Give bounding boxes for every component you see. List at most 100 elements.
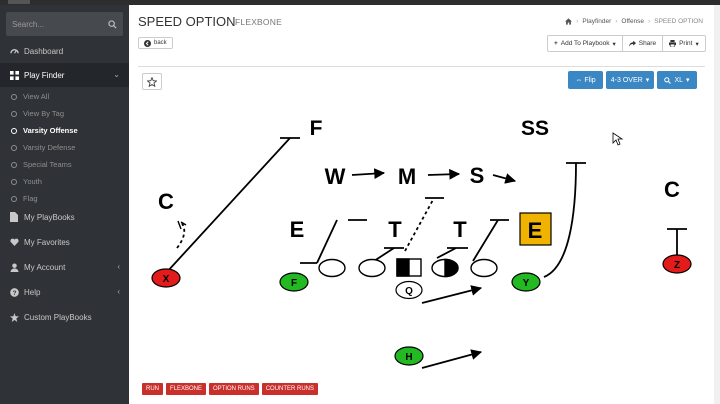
file-icon bbox=[9, 212, 19, 222]
t-right-block bbox=[436, 247, 457, 259]
sub-special-teams[interactable]: Special Teams bbox=[0, 156, 129, 173]
main-content: SPEED OPTION FLEXBONE back › Playfinder … bbox=[129, 5, 720, 404]
offensive-line bbox=[318, 258, 498, 278]
player-z-label: Z bbox=[674, 260, 680, 271]
sub-varsity-offense[interactable]: Varsity Offense bbox=[0, 122, 129, 139]
star-icon bbox=[147, 76, 157, 87]
c-left-route bbox=[176, 221, 186, 249]
nav-my-favorites[interactable]: My Favorites bbox=[0, 230, 129, 254]
e-right-block bbox=[472, 219, 499, 262]
chevron-left-icon: ‹ bbox=[117, 262, 120, 271]
q-route bbox=[421, 285, 483, 304]
circle-icon bbox=[11, 195, 17, 202]
breadcrumb-separator: › bbox=[576, 18, 579, 25]
defense-select-label: 4-3 OVER bbox=[610, 76, 643, 84]
share-button[interactable]: Share bbox=[623, 36, 664, 51]
sub-youth[interactable]: Youth bbox=[0, 173, 129, 190]
back-button[interactable]: back bbox=[138, 37, 173, 49]
x-route bbox=[165, 137, 291, 274]
breadcrumb-offense[interactable]: Offense bbox=[621, 18, 644, 25]
center-fill bbox=[396, 258, 410, 277]
defender-m: M bbox=[398, 164, 416, 189]
e-left-block bbox=[316, 219, 338, 264]
sub-view-all[interactable]: View All bbox=[0, 88, 129, 105]
back-arrow-icon bbox=[144, 39, 151, 47]
chevron-left-icon: ‹ bbox=[117, 287, 120, 296]
nav-play-finder[interactable]: Play Finder ⌄ bbox=[0, 63, 129, 87]
defender-ss: SS bbox=[521, 117, 549, 140]
nav-my-account[interactable]: My Account ‹ bbox=[0, 255, 129, 279]
nav-dashboard[interactable]: Dashboard bbox=[0, 39, 129, 63]
h-route bbox=[421, 349, 483, 369]
circle-icon bbox=[11, 110, 17, 117]
t-left-block bbox=[373, 247, 395, 262]
custom-icon bbox=[9, 312, 19, 322]
nav-custom-playbooks[interactable]: Custom PlayBooks bbox=[0, 305, 129, 329]
player-y: Y bbox=[511, 272, 541, 292]
page-subtitle: FLEXBONE bbox=[235, 17, 282, 27]
sub-view-all-label: View All bbox=[23, 92, 50, 101]
flip-button[interactable]: ⇔ Flip bbox=[568, 71, 603, 89]
nav-help[interactable]: ? Help ‹ bbox=[0, 280, 129, 304]
right-tackle bbox=[470, 258, 498, 278]
print-button[interactable]: Print ▾ bbox=[663, 36, 705, 51]
sub-flag-label: Flag bbox=[23, 194, 38, 203]
search-box bbox=[6, 12, 123, 36]
tag-list: RUN FLEXBONE OPTION RUNS COUNTER RUNS bbox=[142, 383, 319, 395]
logo bbox=[8, 0, 30, 4]
tag-run[interactable]: RUN bbox=[142, 383, 163, 395]
size-select-label: XL bbox=[674, 76, 684, 84]
search-icon bbox=[664, 76, 672, 84]
sidebar: Dashboard Play Finder ⌄ View All View By… bbox=[0, 5, 129, 404]
player-y-label: Y bbox=[523, 278, 530, 289]
defender-s: S bbox=[470, 163, 485, 188]
tag-flexbone[interactable]: FLEXBONE bbox=[166, 383, 207, 395]
add-to-playbook-button[interactable]: + Add To Playbook ▾ bbox=[548, 36, 623, 51]
defender-t-right: T bbox=[453, 217, 467, 242]
size-select-button[interactable]: XL ▾ bbox=[657, 71, 697, 89]
mouse-cursor bbox=[612, 132, 624, 146]
chevron-down-icon: ⌄ bbox=[113, 70, 120, 79]
flip-icon: ⇔ bbox=[575, 76, 583, 84]
left-guard bbox=[358, 258, 386, 278]
favorite-button[interactable] bbox=[142, 73, 162, 90]
route-lines bbox=[165, 137, 687, 369]
m-to-s bbox=[427, 168, 461, 180]
sub-varsity-defense[interactable]: Varsity Defense bbox=[0, 139, 129, 156]
print-icon bbox=[669, 40, 677, 47]
search-input[interactable] bbox=[6, 12, 102, 36]
breadcrumb-playfinder[interactable]: Playfinder bbox=[582, 18, 611, 25]
player-q-label: Q bbox=[405, 286, 413, 297]
w-to-m bbox=[351, 168, 386, 179]
plus-icon: + bbox=[554, 40, 558, 47]
print-label: Print bbox=[679, 40, 693, 47]
tag-counter-runs[interactable]: COUNTER RUNS bbox=[261, 383, 319, 395]
play-diagram: F SS W M S C C E T T E X F Y Z Q H bbox=[151, 117, 692, 369]
breadcrumb-separator: › bbox=[615, 18, 618, 25]
share-label: Share bbox=[638, 40, 657, 47]
player-x: X bbox=[151, 268, 181, 288]
defender-t-left: T bbox=[388, 217, 402, 242]
heart-icon bbox=[9, 237, 19, 247]
sub-varsity-offense-label: Varsity Offense bbox=[23, 126, 78, 135]
scrollbar[interactable] bbox=[714, 5, 720, 404]
tag-option-runs[interactable]: OPTION RUNS bbox=[209, 383, 259, 395]
user-icon bbox=[9, 262, 19, 272]
player-f-label: F bbox=[291, 278, 297, 289]
breadcrumb: › Playfinder › Offense › SPEED OPTION bbox=[565, 18, 703, 25]
search-button[interactable] bbox=[101, 12, 123, 36]
sub-varsity-defense-label: Varsity Defense bbox=[23, 143, 76, 152]
defender-c-left: C bbox=[158, 189, 174, 214]
circle-icon bbox=[11, 144, 17, 151]
sub-youth-label: Youth bbox=[23, 177, 42, 186]
nav-my-favorites-label: My Favorites bbox=[24, 237, 70, 247]
sub-view-by-tag[interactable]: View By Tag bbox=[0, 105, 129, 122]
caret-down-icon: ▾ bbox=[612, 40, 616, 48]
home-icon[interactable] bbox=[565, 18, 573, 25]
sub-special-teams-label: Special Teams bbox=[23, 160, 72, 169]
defense-select-button[interactable]: 4-3 OVER ▾ bbox=[606, 71, 654, 89]
grid-icon bbox=[9, 70, 19, 80]
defense-labels: F SS W M S C C E T T bbox=[158, 117, 680, 242]
svg-text:?: ? bbox=[12, 290, 16, 297]
nav-my-playbooks[interactable]: My PlayBooks bbox=[0, 205, 129, 229]
